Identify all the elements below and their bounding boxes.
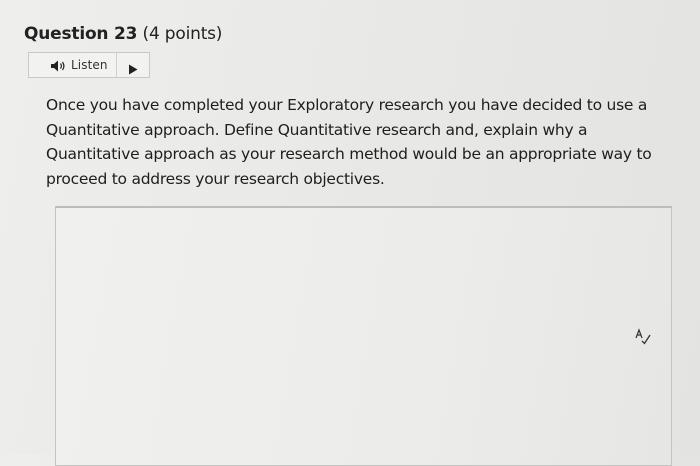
spellcheck-icon[interactable] (634, 328, 652, 346)
speaker-icon (50, 58, 68, 72)
question-text: Once you have completed your Exploratory… (46, 96, 652, 188)
listen-widget: Listen (28, 52, 150, 78)
answer-textarea[interactable] (55, 206, 672, 466)
question-header: Question 23 (4 points) (24, 22, 222, 46)
listen-button[interactable]: Listen (29, 53, 117, 77)
play-button[interactable] (117, 53, 149, 77)
question-number: Question 23 (24, 24, 138, 44)
question-points: (4 points) (142, 24, 223, 44)
play-icon (128, 60, 138, 74)
listen-label: Listen (71, 58, 108, 72)
